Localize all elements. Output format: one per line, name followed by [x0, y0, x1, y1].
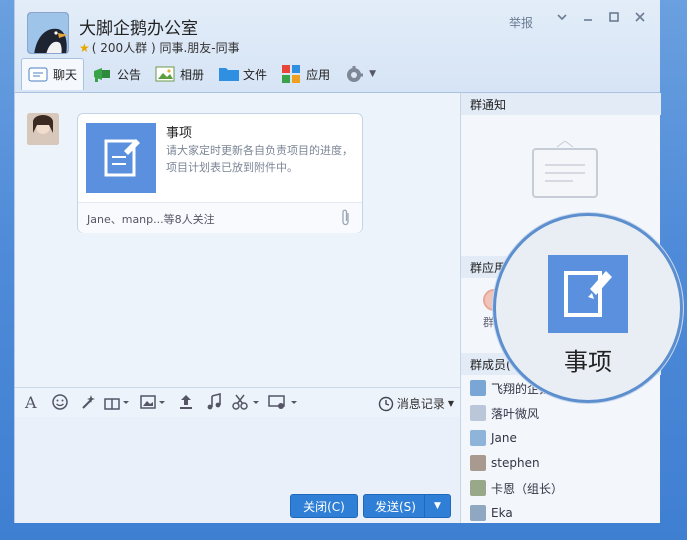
- magic-wand-icon[interactable]: [79, 393, 97, 411]
- notice-board-icon: [529, 140, 601, 208]
- star-icon: ★: [79, 41, 90, 55]
- settings-menu[interactable]: ▼: [338, 59, 382, 89]
- tab-chat[interactable]: 聊天: [21, 58, 85, 90]
- member-name: 卡恩（组长）: [491, 481, 564, 496]
- emoji-icon[interactable]: [51, 393, 69, 411]
- tab-bar: 聊天 公告 相册 文件 应用 ▼: [21, 58, 384, 90]
- tab-label: 文件: [243, 67, 268, 82]
- group-info: ( 200人群 ) 同事.朋友-同事: [91, 41, 240, 55]
- avatar: [470, 405, 486, 421]
- clock-icon: [378, 396, 394, 411]
- message-history-button[interactable]: 消息记录 ▼: [378, 395, 454, 412]
- avatar: [470, 480, 486, 496]
- tab-label: 相册: [180, 67, 205, 82]
- avatar: [470, 430, 486, 446]
- member-name: Eka: [491, 506, 513, 520]
- gift-icon[interactable]: [103, 393, 131, 411]
- upload-icon[interactable]: [177, 393, 195, 411]
- sender-avatar[interactable]: [27, 113, 59, 145]
- group-subtitle: ★( 200人群 ) 同事.朋友-同事: [79, 39, 240, 56]
- input-toolbar: A 消息记录 ▼: [15, 387, 460, 417]
- announcement-icon: [92, 65, 112, 83]
- minimize-icon[interactable]: [581, 10, 595, 27]
- tab-label: 聊天: [53, 68, 78, 82]
- tab-label: 应用: [306, 67, 331, 82]
- task-icon: [86, 123, 156, 193]
- task-card[interactable]: 事项 请大家定时更新各自负责项目的进度，项目计划表已放到附件中。 Jane、ma…: [77, 113, 363, 233]
- task-description: 请大家定时更新各自负责项目的进度，项目计划表已放到附件中。: [166, 144, 353, 174]
- group-avatar[interactable]: [27, 12, 69, 54]
- maximize-icon[interactable]: [607, 10, 621, 27]
- followers-text: Jane、manp...等8人关注: [87, 213, 215, 226]
- send-button[interactable]: 发送(S) ▼: [363, 494, 451, 518]
- tab-album[interactable]: 相册: [149, 59, 210, 89]
- close-icon[interactable]: [633, 10, 647, 27]
- task-title: 事项: [166, 126, 193, 141]
- screen-share-icon[interactable]: [267, 393, 299, 411]
- chat-message-area[interactable]: 事项 请大家定时更新各自负责项目的进度，项目计划表已放到附件中。 Jane、ma…: [15, 92, 460, 387]
- tab-apps[interactable]: 应用: [275, 59, 336, 89]
- member-name: 落叶微风: [491, 406, 540, 421]
- apps-icon: [281, 65, 301, 83]
- folder-icon: [218, 65, 240, 83]
- tab-files[interactable]: 文件: [212, 59, 273, 89]
- avatar: [470, 505, 486, 521]
- attachment-icon[interactable]: [340, 209, 352, 227]
- chevron-down-icon: ▼: [369, 69, 376, 79]
- svg-text:A: A: [24, 393, 37, 411]
- group-notice-header: 群通知: [461, 93, 661, 115]
- task-icon: [548, 255, 628, 333]
- member-item[interactable]: stephen: [470, 451, 660, 475]
- avatar: [470, 380, 486, 396]
- member-item[interactable]: Eka: [470, 501, 660, 525]
- close-button[interactable]: 关闭(C): [290, 494, 358, 518]
- magnified-task-callout: 事项: [493, 213, 683, 403]
- avatar: [470, 455, 486, 471]
- font-icon[interactable]: A: [23, 393, 41, 412]
- tab-label: 公告: [117, 67, 142, 82]
- music-icon[interactable]: [205, 392, 223, 411]
- image-icon[interactable]: [139, 393, 167, 411]
- member-item[interactable]: 落叶微风: [470, 401, 660, 425]
- task-followers: Jane、manp...等8人关注: [78, 202, 362, 233]
- scissors-icon[interactable]: [231, 393, 261, 411]
- group-title: 大脚企鹅办公室: [79, 19, 198, 39]
- album-icon: [155, 65, 175, 83]
- history-label: 消息记录: [396, 397, 445, 411]
- member-item[interactable]: 卡恩（组长）: [470, 476, 660, 500]
- send-label: 发送(S): [375, 499, 416, 514]
- chevron-down-icon[interactable]: [555, 10, 569, 27]
- gear-icon: [344, 65, 364, 83]
- zoom-label: 事项: [564, 348, 612, 376]
- tab-announcement[interactable]: 公告: [86, 59, 147, 89]
- member-name: stephen: [491, 456, 540, 470]
- member-name: Jane: [491, 431, 517, 445]
- chat-icon: [28, 66, 48, 84]
- send-options-chevron-icon[interactable]: ▼: [424, 495, 450, 517]
- window-header: 大脚企鹅办公室 ★( 200人群 ) 同事.朋友-同事 举报 聊天 公告 相册 …: [15, 0, 660, 92]
- report-link[interactable]: 举报: [509, 14, 533, 31]
- member-item[interactable]: Jane: [470, 426, 660, 450]
- chevron-down-icon: ▼: [447, 399, 454, 408]
